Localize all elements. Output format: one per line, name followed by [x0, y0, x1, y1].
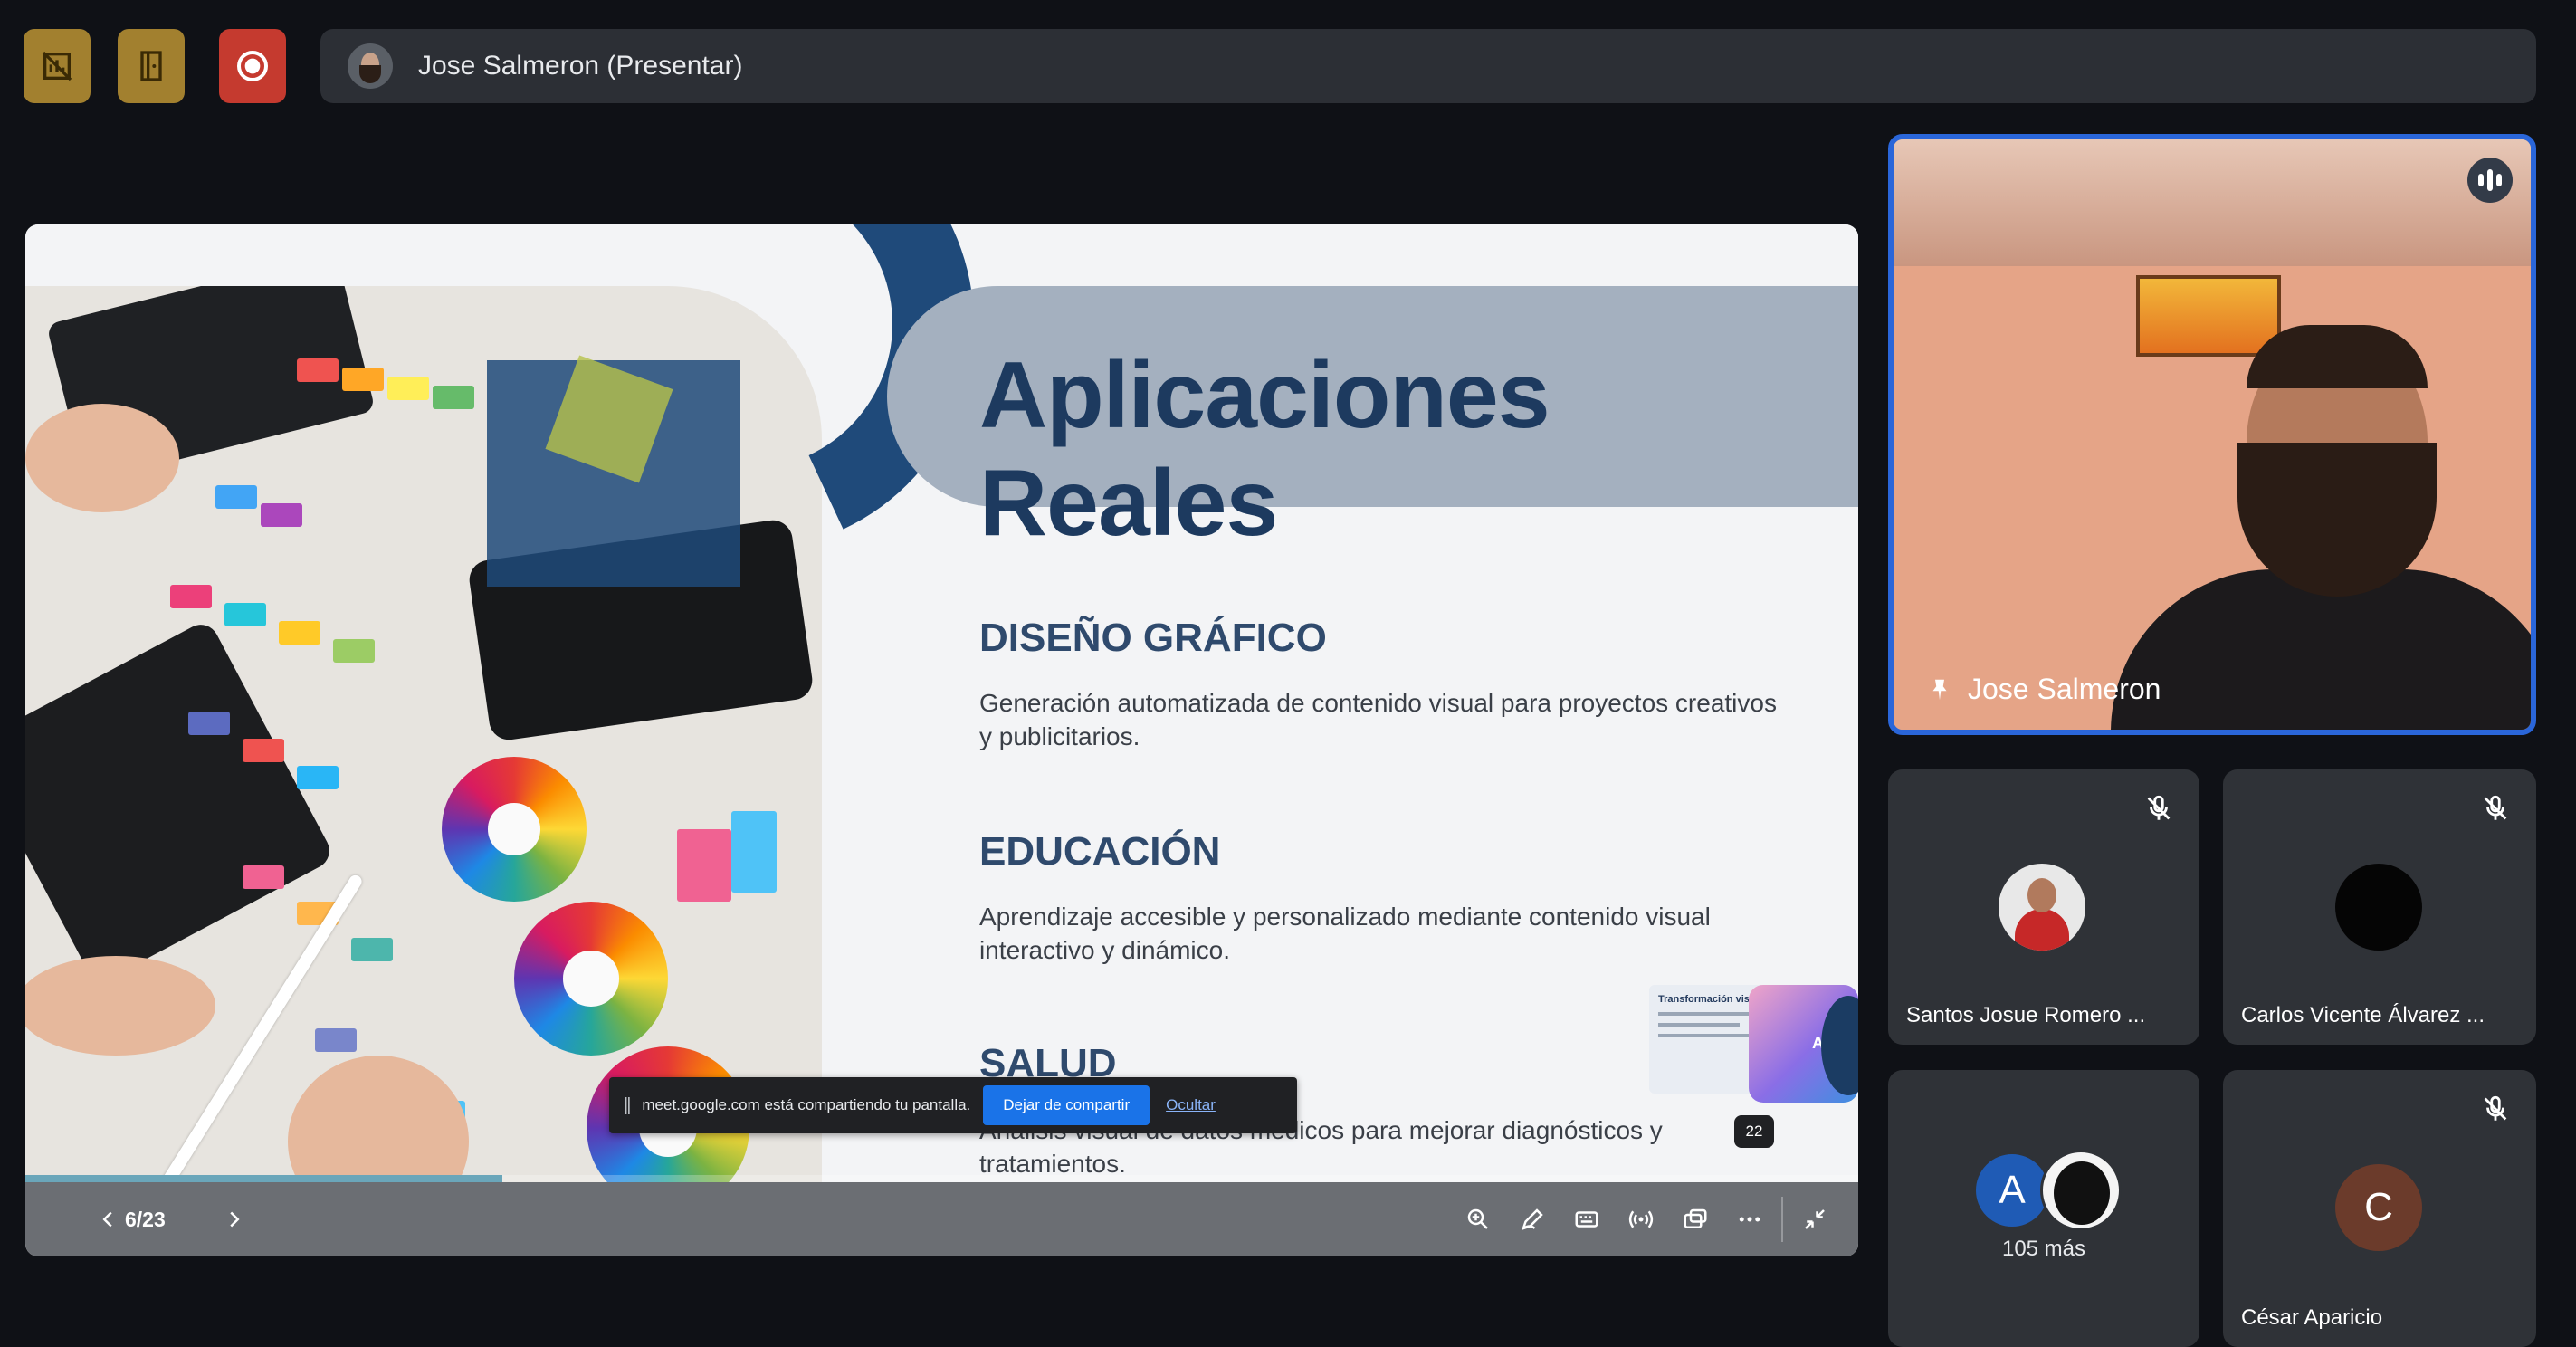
color-wheel-image [514, 902, 668, 1056]
record-icon [237, 51, 268, 81]
avatar: C [2335, 1164, 2422, 1251]
screen-share-notice: || meet.google.com está compartiendo tu … [609, 1077, 1297, 1133]
more-participants-label: 105 más [2001, 1237, 2086, 1261]
presentation-controls: 6/23 [25, 1182, 1858, 1256]
pip-icon [1684, 1208, 1707, 1228]
speaker-tile[interactable]: Jose Salmeron [1888, 134, 2536, 735]
participant-tile[interactable]: C César Aparicio [2223, 1070, 2536, 1347]
collapse-icon [1805, 1209, 1825, 1229]
page-indicator: 6/23 [125, 1208, 166, 1231]
page-badge: 22 [1734, 1115, 1774, 1148]
speaking-indicator-icon [2467, 158, 2513, 203]
next-slide-button[interactable] [212, 1182, 257, 1256]
avatar [2040, 1150, 2122, 1231]
mic-off-icon [2484, 795, 2507, 820]
mic-off-icon [2147, 795, 2171, 820]
broadcast-button[interactable] [1618, 1182, 1664, 1256]
section-heading: DISEÑO GRÁFICO [979, 616, 1327, 660]
exit-fullscreen-button[interactable] [1792, 1182, 1837, 1256]
previous-slide-button[interactable] [85, 1182, 130, 1256]
phone-image [25, 618, 336, 986]
avatar [1999, 864, 2085, 951]
speaker-video [1894, 139, 2531, 730]
section-heading: EDUCACIÓN [979, 829, 1221, 874]
top-bar: Jose Salmeron (Presentar) [0, 0, 2576, 134]
presenter-avatar [348, 43, 393, 89]
picture-in-picture-button[interactable] [1673, 1182, 1718, 1256]
broadcast-icon [1628, 1210, 1654, 1228]
annotate-button[interactable] [1510, 1182, 1555, 1256]
divider [1781, 1197, 1783, 1242]
participant-tile[interactable]: Carlos Vicente Álvarez ... [2223, 769, 2536, 1045]
captions-button[interactable] [1564, 1182, 1609, 1256]
more-options-button[interactable] [1727, 1182, 1772, 1256]
stop-sharing-button[interactable]: Dejar de compartir [983, 1085, 1150, 1125]
pin-icon[interactable] [1926, 676, 1953, 703]
speaker-name: Jose Salmeron [1968, 673, 2161, 705]
mic-off-icon [2484, 1095, 2507, 1121]
more-horizontal-icon [1739, 1217, 1760, 1222]
drag-handle-icon[interactable]: || [624, 1095, 632, 1116]
avatar [2335, 864, 2422, 951]
presenter-bar[interactable]: Jose Salmeron (Presentar) [320, 29, 2536, 103]
slide-title: Aplicaciones Reales [979, 343, 1550, 556]
slide-thumbnail: Transformación visual AI [1649, 985, 1858, 1112]
section-text: Generación automatizada de contenido vis… [979, 689, 1777, 750]
more-participants-tile[interactable]: A 105 más [1888, 1070, 2199, 1347]
avatar-letter: A [1999, 1168, 2026, 1212]
zoom-in-icon [1467, 1208, 1488, 1229]
pen-icon [1522, 1208, 1543, 1230]
zoom-button[interactable] [1455, 1182, 1501, 1256]
presentation-panel: Aplicaciones Reales DISEÑO GRÁFICO Gener… [25, 224, 1858, 1256]
chevron-right-icon [230, 1211, 240, 1228]
keyboard-icon [1575, 1211, 1598, 1228]
participant-name: César Aparicio [2241, 1305, 2383, 1330]
section-text: Aprendizaje accesible y personalizado me… [979, 903, 1711, 964]
no-chart-icon [42, 51, 72, 81]
hide-link[interactable]: Ocultar [1166, 1096, 1216, 1114]
color-wheel-image [442, 757, 587, 902]
no-chart-button[interactable] [24, 29, 91, 103]
participant-tile[interactable]: Santos Josue Romero ... [1888, 769, 2199, 1045]
record-button[interactable] [219, 29, 286, 103]
door-exit-button[interactable] [118, 29, 185, 103]
speaker-name-tag: Jose Salmeron [1926, 673, 2161, 706]
slide: Aplicaciones Reales DISEÑO GRÁFICO Gener… [25, 224, 1858, 1182]
door-exit-icon [140, 51, 162, 81]
participant-name: Carlos Vicente Álvarez ... [2241, 1003, 2485, 1027]
chevron-left-icon [102, 1211, 112, 1228]
presenter-label: Jose Salmeron (Presentar) [418, 51, 743, 81]
avatar-letter: C [2364, 1185, 2393, 1229]
share-message: meet.google.com está compartiendo tu pan… [642, 1096, 971, 1113]
participant-name: Santos Josue Romero ... [1906, 1003, 2146, 1027]
